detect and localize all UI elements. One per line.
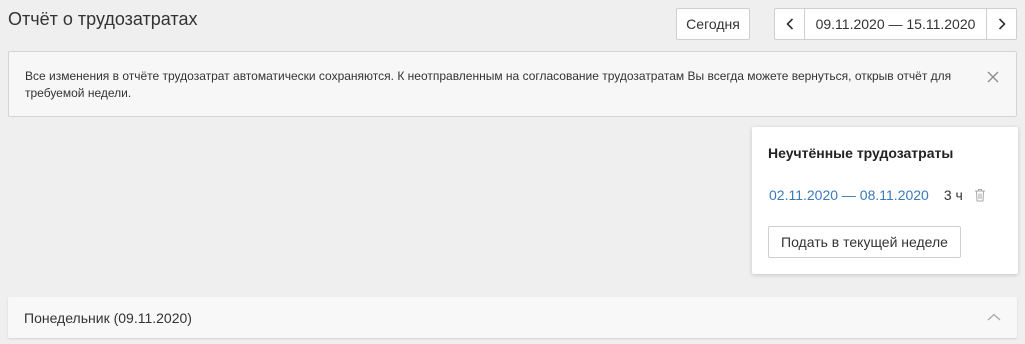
collapse-day-button[interactable] (987, 310, 1001, 324)
chevron-up-icon (987, 313, 1001, 321)
unaccounted-timesheets-card: Неучтённые трудозатраты 02.11.2020 — 08.… (752, 127, 1018, 274)
next-week-button[interactable] (986, 9, 1016, 39)
timesheet-page: Отчёт о трудозатратах Сегодня 09.11.2020… (0, 0, 1025, 344)
page-title: Отчёт о трудозатратах (8, 9, 198, 29)
week-navigator: 09.11.2020 — 15.11.2020 (774, 8, 1017, 40)
delete-unaccounted-button[interactable] (973, 187, 987, 203)
notice-text: Все изменения в отчёте трудозатрат автом… (25, 69, 952, 100)
today-button[interactable]: Сегодня (676, 8, 750, 40)
unaccounted-hours: 3 ч (943, 187, 963, 203)
autosave-notice: Все изменения в отчёте трудозатрат автом… (8, 51, 1017, 117)
prev-week-button[interactable] (775, 9, 805, 39)
chevron-right-icon (998, 18, 1006, 30)
submit-in-current-week-button[interactable]: Подать в текущей неделе (768, 226, 961, 258)
chevron-left-icon (785, 18, 793, 30)
card-title: Неучтённые трудозатраты (768, 145, 954, 161)
trash-icon (974, 189, 985, 202)
notice-close-button[interactable] (985, 69, 1001, 85)
day-panel-monday[interactable]: Понедельник (09.11.2020) (8, 297, 1017, 338)
unaccounted-period-link[interactable]: 02.11.2020 — 08.11.2020 (769, 187, 929, 203)
week-range-label[interactable]: 09.11.2020 — 15.11.2020 (805, 9, 986, 39)
day-label: Понедельник (09.11.2020) (24, 310, 192, 326)
unaccounted-item: 02.11.2020 — 08.11.2020 3 ч (769, 185, 999, 205)
close-icon (987, 71, 999, 83)
